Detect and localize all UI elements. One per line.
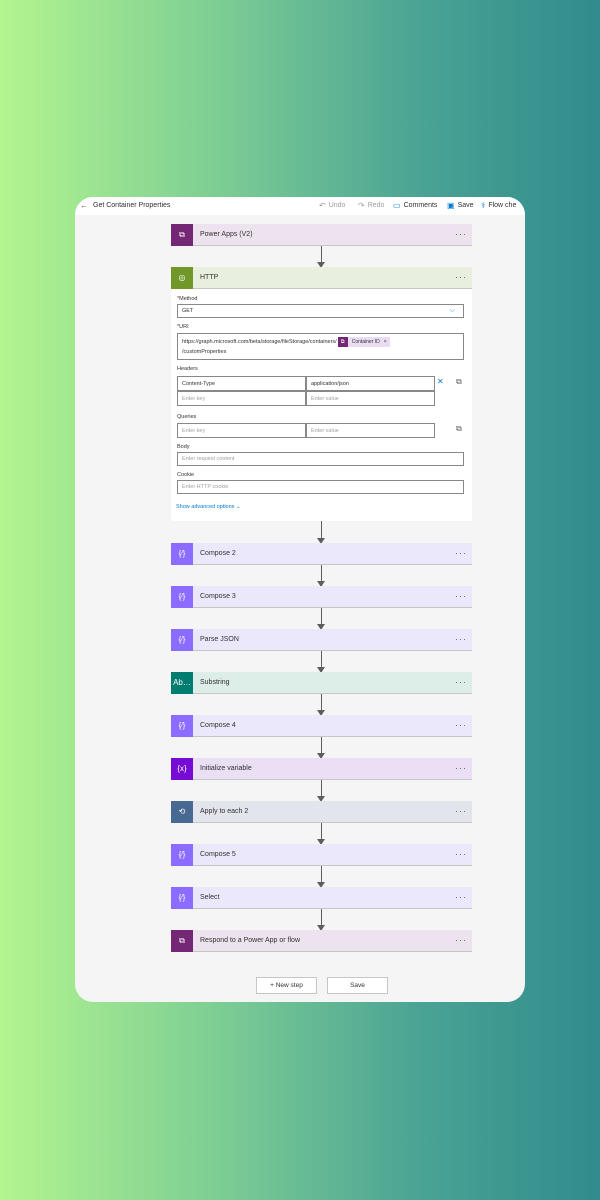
more-options-icon[interactable]: ··· bbox=[455, 273, 467, 282]
more-options-icon[interactable]: ··· bbox=[455, 721, 467, 730]
switch-mode-icon[interactable]: ⧉ bbox=[456, 424, 462, 434]
uri-input[interactable]: https://graph.microsoft.com/beta/storage… bbox=[177, 333, 464, 360]
body-label: Body bbox=[177, 444, 190, 450]
cookie-label: Cookie bbox=[177, 472, 195, 478]
stethoscope-icon: ⚕ bbox=[481, 201, 486, 210]
compose-icon: {⁄} bbox=[171, 843, 193, 866]
switch-mode-icon[interactable]: ⧉ bbox=[456, 377, 462, 387]
connector-arrow bbox=[317, 909, 325, 931]
powerapps-icon: ⧉ bbox=[337, 336, 348, 347]
more-options-icon[interactable]: ··· bbox=[455, 936, 467, 945]
compose-icon: {⁄} bbox=[171, 628, 193, 651]
method-select[interactable]: GET ⌵ bbox=[177, 304, 464, 318]
http-action-body: *Method GET ⌵ *URI https://graph.microso… bbox=[171, 289, 472, 521]
comments-button[interactable]: ▭ Comments bbox=[393, 201, 437, 210]
compose-icon: {⁄} bbox=[171, 542, 193, 565]
close-icon[interactable]: × bbox=[384, 339, 387, 345]
connector-arrow bbox=[317, 780, 325, 802]
query-key-input[interactable]: Enter key bbox=[177, 423, 306, 438]
step-compose-5[interactable]: {⁄} Compose 5 ··· bbox=[171, 843, 472, 866]
step-substring[interactable]: Ab… Substring ··· bbox=[171, 671, 472, 694]
step-parse-json[interactable]: {⁄} Parse JSON ··· bbox=[171, 628, 472, 651]
uri-suffix: /customProperties bbox=[182, 349, 227, 355]
more-options-icon[interactable]: ··· bbox=[455, 678, 467, 687]
uri-label: *URI bbox=[177, 324, 189, 330]
globe-icon: ◎ bbox=[171, 266, 193, 289]
queries-label: Queries bbox=[177, 414, 197, 420]
container-id-token[interactable]: ⧉ Container ID × bbox=[337, 336, 390, 347]
query-value-input[interactable]: Enter value bbox=[306, 423, 435, 438]
cookie-input[interactable]: Enter HTTP cookie bbox=[177, 480, 464, 494]
flow-checker-button[interactable]: ⚕ Flow che bbox=[481, 201, 516, 210]
step-power-apps[interactable]: ⧉ Power Apps (V2) ··· bbox=[171, 223, 472, 246]
loop-icon: ⟲ bbox=[171, 800, 193, 823]
more-options-icon[interactable]: ··· bbox=[455, 549, 467, 558]
compose-icon: {⁄} bbox=[171, 886, 193, 909]
powerapps-icon: ⧉ bbox=[171, 929, 193, 952]
more-options-icon[interactable]: ··· bbox=[455, 230, 467, 239]
step-apply-to-each-2[interactable]: ⟲ Apply to each 2 ··· bbox=[171, 800, 472, 823]
top-toolbar: ← Get Container Properties ↶ Undo ↷ Redo ▭… bbox=[75, 197, 525, 215]
more-options-icon[interactable]: ··· bbox=[455, 850, 467, 859]
connector-arrow bbox=[317, 521, 325, 544]
connector-arrow bbox=[317, 565, 325, 587]
step-select[interactable]: {⁄} Select ··· bbox=[171, 886, 472, 909]
step-initialize-variable[interactable]: {x} Initialize variable ··· bbox=[171, 757, 472, 780]
method-label: *Method bbox=[177, 296, 198, 302]
step-respond-to-power-app[interactable]: ⧉ Respond to a Power App or flow ··· bbox=[171, 929, 472, 952]
redo-icon: ↷ bbox=[358, 201, 365, 210]
step-compose-2[interactable]: {⁄} Compose 2 ··· bbox=[171, 542, 472, 565]
back-arrow-icon[interactable]: ← bbox=[80, 201, 88, 210]
undo-icon: ↶ bbox=[319, 201, 326, 210]
save-toolbar-button[interactable]: ▣ Save bbox=[447, 201, 474, 210]
more-options-icon[interactable]: ··· bbox=[455, 764, 467, 773]
compose-icon: {⁄} bbox=[171, 714, 193, 737]
connector-arrow bbox=[317, 823, 325, 845]
text-icon: Ab… bbox=[171, 671, 193, 694]
header-value-empty-input[interactable]: Enter value bbox=[306, 391, 435, 406]
connector-arrow bbox=[317, 737, 325, 759]
connector-arrow bbox=[317, 246, 325, 268]
step-compose-4[interactable]: {⁄} Compose 4 ··· bbox=[171, 714, 472, 737]
chevron-down-icon: ⌄ bbox=[235, 504, 241, 510]
headers-label: Headers bbox=[177, 366, 198, 372]
more-options-icon[interactable]: ··· bbox=[455, 635, 467, 644]
flow-editor-card: ← Get Container Properties ↶ Undo ↷ Redo ▭… bbox=[75, 197, 525, 1002]
delete-icon[interactable]: ✕ bbox=[437, 377, 444, 386]
header-value-input[interactable]: application/json bbox=[306, 376, 435, 391]
more-options-icon[interactable]: ··· bbox=[455, 592, 467, 601]
comment-icon: ▭ bbox=[393, 201, 401, 210]
variable-icon: {x} bbox=[171, 757, 193, 780]
connector-arrow bbox=[317, 608, 325, 630]
save-button[interactable]: Save bbox=[327, 977, 388, 994]
header-key-empty-input[interactable]: Enter key bbox=[177, 391, 306, 406]
chevron-down-icon: ⌵ bbox=[449, 307, 455, 314]
more-options-icon[interactable]: ··· bbox=[455, 893, 467, 902]
more-options-icon[interactable]: ··· bbox=[455, 807, 467, 816]
header-key-input[interactable]: Content-Type bbox=[177, 376, 306, 391]
redo-button[interactable]: ↷ Redo bbox=[358, 201, 384, 210]
powerapps-icon: ⧉ bbox=[171, 223, 193, 246]
undo-button[interactable]: ↶ Undo bbox=[319, 201, 345, 210]
save-icon: ▣ bbox=[447, 201, 455, 210]
step-compose-3[interactable]: {⁄} Compose 3 ··· bbox=[171, 585, 472, 608]
connector-arrow bbox=[317, 694, 325, 716]
flow-title: Get Container Properties bbox=[93, 202, 171, 209]
step-http[interactable]: ◎ HTTP ··· bbox=[171, 266, 472, 289]
body-input[interactable]: Enter request content bbox=[177, 452, 464, 466]
show-advanced-options-link[interactable]: Show advanced options ⌄ bbox=[176, 504, 241, 510]
compose-icon: {⁄} bbox=[171, 585, 193, 608]
connector-arrow bbox=[317, 651, 325, 673]
new-step-button[interactable]: + New step bbox=[256, 977, 317, 994]
connector-arrow bbox=[317, 866, 325, 888]
